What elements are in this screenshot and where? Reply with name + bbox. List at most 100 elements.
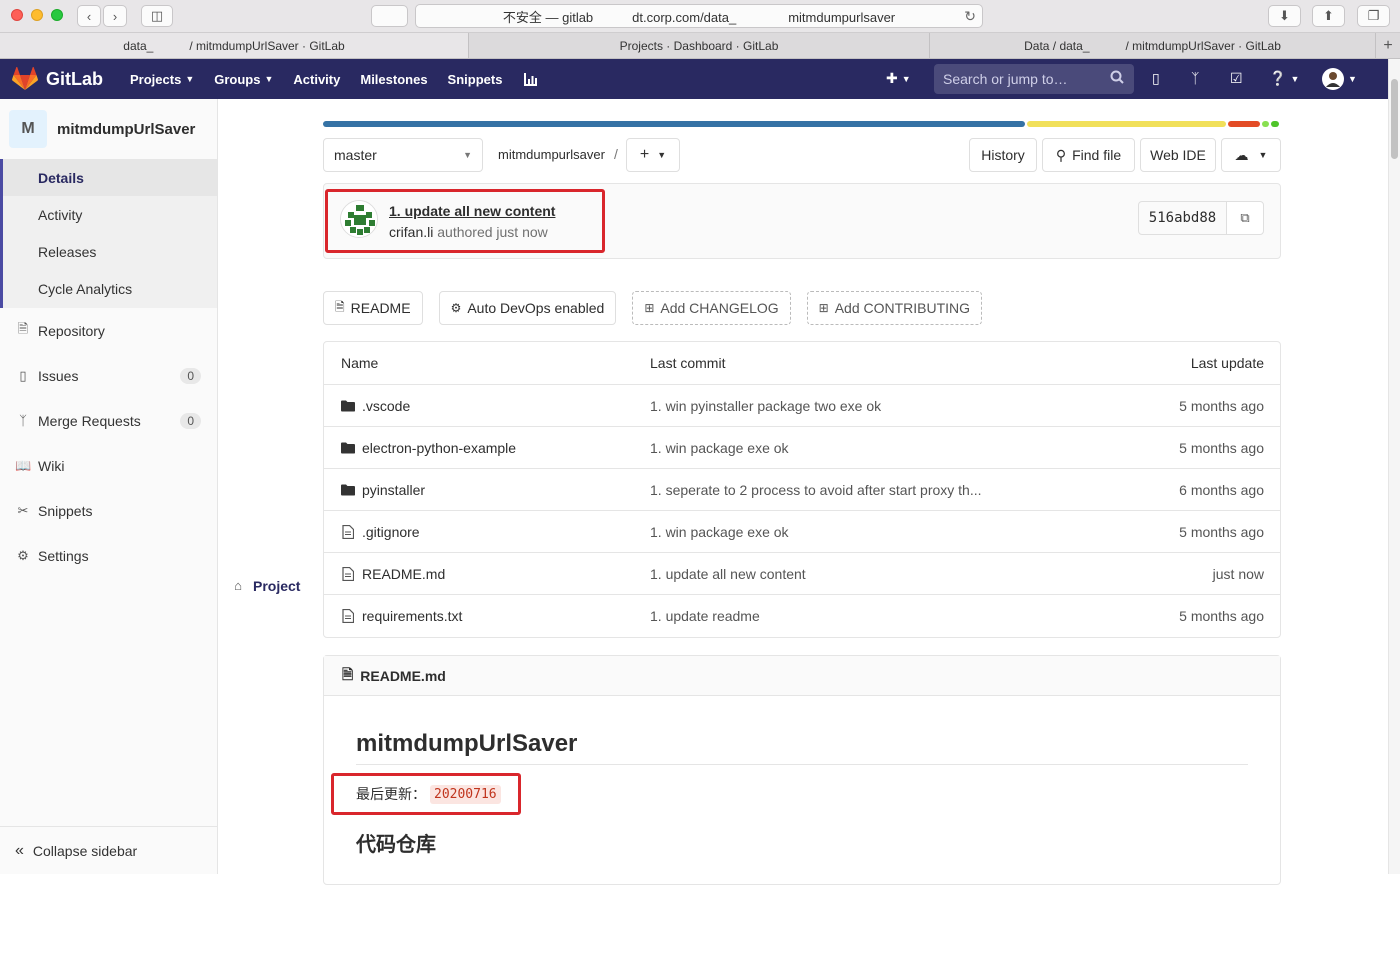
new-item-icon[interactable]: ✚ ▼ [886, 70, 911, 87]
readme-filename[interactable]: README.md [360, 668, 446, 684]
commit-time: authored just now [437, 224, 548, 240]
sidebar-item-repository[interactable]: 🗎 Repository [0, 308, 217, 353]
nav-milestones[interactable]: Milestones [360, 72, 427, 87]
table-row[interactable]: README.md 1. update all new content just n… [324, 553, 1280, 595]
chevron-down-icon: ▼ [901, 73, 911, 84]
history-button[interactable]: History [969, 138, 1037, 172]
page-scrollbar[interactable] [1388, 59, 1400, 874]
gitlab-logo[interactable]: GitLab [12, 67, 103, 91]
file-name: .vscode [362, 398, 411, 414]
sidebar-project-header[interactable]: M mitmdumpUrlSaver [0, 99, 217, 159]
commit-title-link[interactable]: 1. update all new content [389, 203, 555, 219]
sidebar-item-releases[interactable]: Releases [3, 233, 217, 270]
find-file-button[interactable]: ⚲ Find file [1042, 138, 1135, 172]
download-icon[interactable]: ⬇ [1268, 5, 1301, 27]
file-name-cell[interactable]: requirements.txt [341, 608, 462, 624]
web-ide-button[interactable]: Web IDE [1140, 138, 1216, 172]
add-file-dropdown[interactable]: + ▼ [626, 138, 680, 172]
issues-icon[interactable]: ▯ [1152, 70, 1160, 87]
nav-snippets[interactable]: Snippets [448, 72, 503, 87]
file-name-cell[interactable]: pyinstaller [341, 482, 425, 498]
commit-sha[interactable]: 516abd88 [1138, 201, 1227, 235]
minimize-window-button[interactable] [31, 9, 43, 21]
collapse-sidebar-button[interactable]: « Collapse sidebar [0, 826, 217, 874]
book-icon: 📖 [15, 457, 32, 473]
last-commit-message[interactable]: 1. update all new content [650, 566, 806, 582]
table-row[interactable]: electron-python-example 1. win package ex… [324, 427, 1280, 469]
file-name-cell[interactable]: electron-python-example [341, 440, 516, 456]
file-name: electron-python-example [362, 440, 517, 456]
commit-author-avatar[interactable] [340, 200, 378, 238]
tab-overview-button[interactable] [371, 5, 408, 27]
user-avatar[interactable]: ▼ [1322, 68, 1357, 90]
readme-button[interactable]: 🗎 README [323, 291, 423, 325]
project-avatar: M [9, 110, 47, 148]
sidebar-item-details[interactable]: Details [3, 159, 217, 196]
back-icon[interactable]: ‹ [77, 5, 101, 27]
file-name-cell[interactable]: .gitignore [341, 524, 420, 540]
commit-author[interactable]: crifan.li [389, 224, 433, 240]
tree-controls: master ▼ mitmdumpurlsaver / + ▼ History ⚲ F… [323, 138, 1281, 172]
reload-icon[interactable]: ↻ [964, 8, 976, 25]
branch-select[interactable]: master ▼ [323, 138, 483, 172]
doc-icon: 🗎 [335, 299, 345, 314]
commit-author-line: crifan.li authored just now [389, 224, 548, 240]
nav-projects[interactable]: Projects ▼ [130, 72, 194, 87]
share-icon[interactable]: ⬆ [1312, 5, 1345, 27]
close-window-button[interactable] [11, 9, 23, 21]
file-name: .gitignore [362, 524, 420, 540]
table-row[interactable]: pyinstaller 1. seperate to 2 process to a… [324, 469, 1280, 511]
sidebar-item-wiki[interactable]: 📖 Wiki [0, 443, 217, 488]
tabs-icon[interactable]: ❐ [1357, 5, 1390, 27]
language-segment [1228, 121, 1260, 127]
new-tab-icon[interactable]: + [1376, 33, 1400, 58]
last-update-time: 5 months ago [1179, 608, 1264, 624]
tab-label: data_ / mitmdumpUrlSaver · GitLab [123, 38, 345, 53]
browser-tab[interactable]: Data / data_ / mitmdumpUrlSaver · GitLab [930, 33, 1376, 58]
nav-activity[interactable]: Activity [293, 72, 340, 87]
copy-sha-button[interactable]: ⧉ [1226, 201, 1264, 235]
auto-devops-button[interactable]: ⚙ Auto DevOps enabled [438, 291, 617, 325]
last-commit-message[interactable]: 1. update readme [650, 608, 760, 624]
top-navbar: GitLab Projects ▼ Groups ▼ Activity Milest… [0, 59, 1400, 99]
project-shortcuts: 🗎 README ⚙ Auto DevOps enabled ⊞ Add CHANGE… [323, 291, 998, 325]
search-input[interactable]: Search or jump to… [934, 64, 1134, 94]
merge-request-icon[interactable]: ᛉ [1191, 70, 1199, 86]
table-row[interactable]: .gitignore 1. win package exe ok 5 months … [324, 511, 1280, 553]
sidebar-toggle-icon[interactable]: ◫ [141, 5, 173, 27]
add-contributing-button[interactable]: ⊞ Add CONTRIBUTING [806, 291, 983, 325]
browser-tab[interactable]: Projects · Dashboard · GitLab [469, 33, 930, 58]
last-update-time: just now [1212, 566, 1264, 582]
sidebar-item-snippets[interactable]: ✂ Snippets [0, 488, 217, 533]
gear-icon: ⚙ [450, 301, 462, 315]
add-changelog-button[interactable]: ⊞ Add CHANGELOG [632, 291, 791, 325]
sidebar-item-activity[interactable]: Activity [3, 196, 217, 233]
scrollbar-thumb[interactable] [1391, 79, 1398, 159]
last-commit-message[interactable]: 1. win pyinstaller package two exe ok [650, 398, 881, 414]
chart-icon[interactable] [524, 72, 538, 86]
table-row[interactable]: requirements.txt 1. update readme 5 months… [324, 595, 1280, 637]
sidebar-item-merge-requests[interactable]: ᛉ Merge Requests 0 [0, 398, 217, 443]
file-name-cell[interactable]: .vscode [341, 398, 410, 414]
sidebar-item-settings[interactable]: ⚙ Settings [0, 533, 217, 578]
forward-icon[interactable]: › [103, 5, 127, 27]
nav-groups[interactable]: Groups ▼ [214, 72, 273, 87]
sidebar-item-issues[interactable]: ▯ Issues 0 [0, 353, 217, 398]
table-row[interactable]: .vscode 1. win pyinstaller package two ex… [324, 385, 1280, 427]
address-bar[interactable]: 不安全 — gitlab dt.corp.com/data_ mitmdumpu… [415, 4, 983, 28]
double-chevron-left-icon: « [15, 841, 24, 859]
file-name-cell[interactable]: README.md [341, 566, 445, 582]
sidebar-item-cycle-analytics[interactable]: Cycle Analytics [3, 270, 217, 308]
plus-icon: + [639, 146, 650, 163]
browser-tab[interactable]: data_ / mitmdumpUrlSaver · GitLab [0, 33, 469, 58]
project-name: mitmdumpUrlSaver [57, 120, 196, 138]
last-commit-message[interactable]: 1. win package exe ok [650, 524, 789, 540]
download-dropdown[interactable]: ☁ ▼ [1221, 138, 1281, 172]
nav-label: Milestones [360, 71, 428, 87]
last-commit-message[interactable]: 1. win package exe ok [650, 440, 789, 456]
todo-icon[interactable]: ☑ [1230, 70, 1243, 87]
breadcrumb[interactable]: mitmdumpurlsaver [498, 147, 605, 162]
help-icon[interactable]: ❔ ▼ [1269, 70, 1299, 87]
zoom-window-button[interactable] [51, 9, 63, 21]
last-commit-message[interactable]: 1. seperate to 2 process to avoid after … [650, 482, 982, 498]
